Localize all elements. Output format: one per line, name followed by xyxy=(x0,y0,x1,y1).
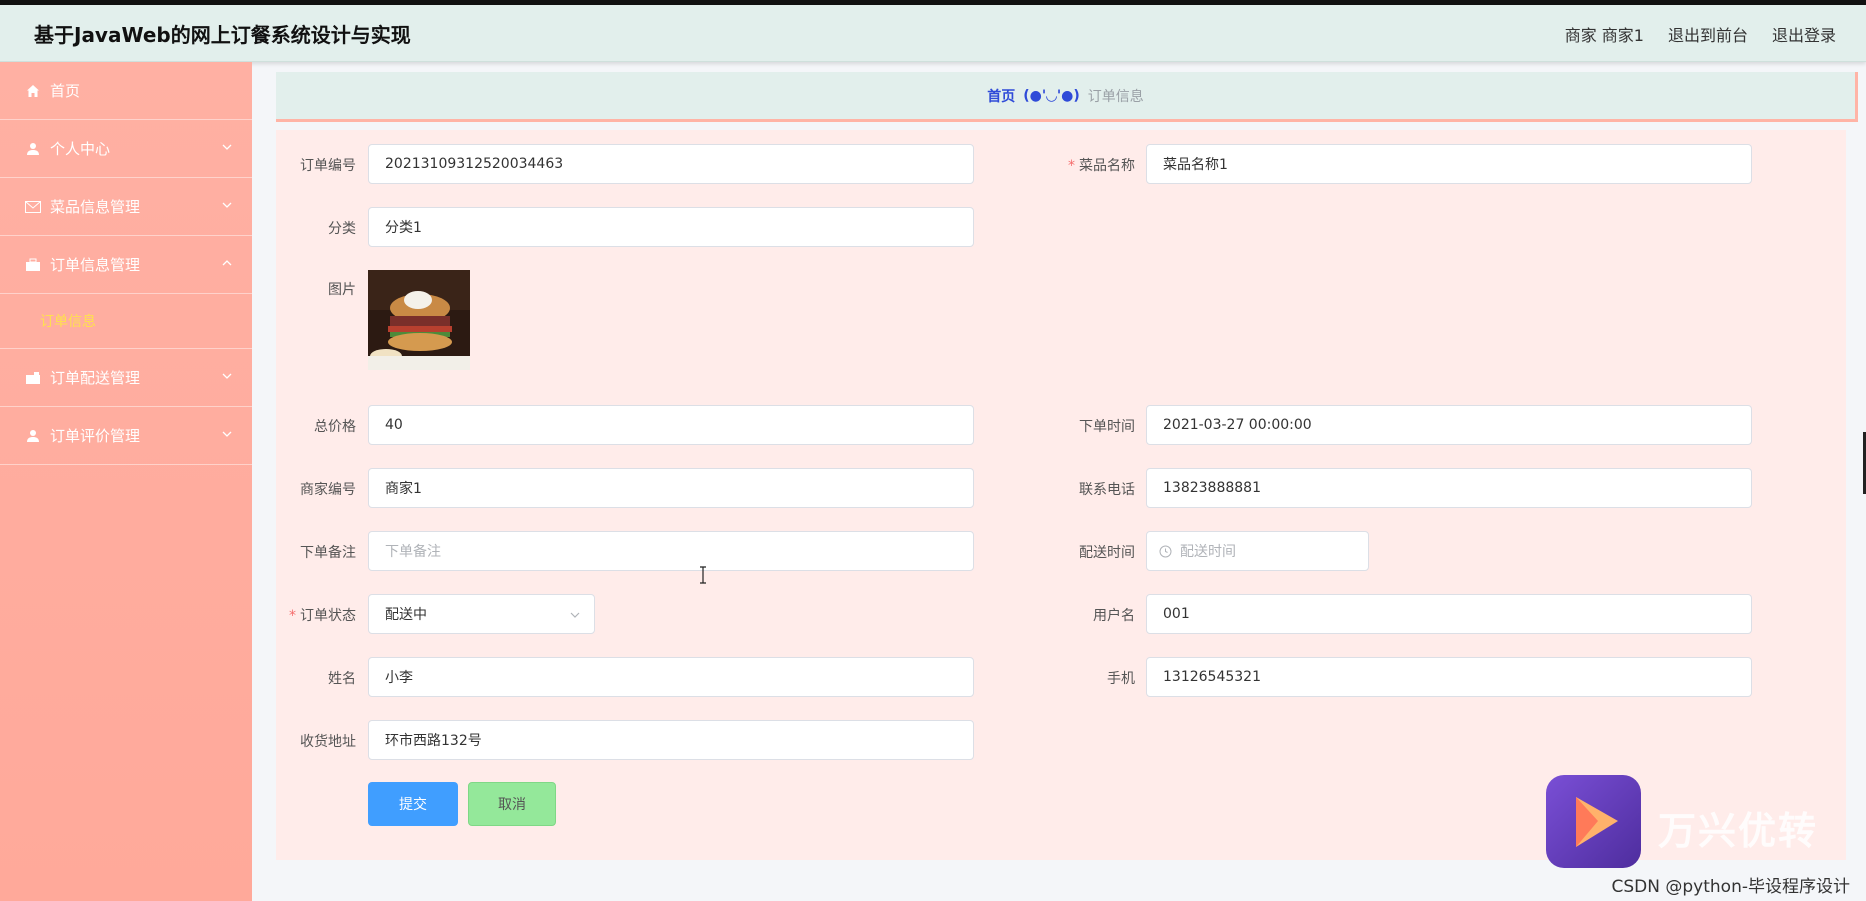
top-header: 基于JavaWeb的网上订餐系统设计与实现 商家 商家1 退出到前台 退出登录 xyxy=(0,5,1866,62)
order-status-label-text: 订单状态 xyxy=(300,608,356,624)
required-mark: * xyxy=(1068,158,1075,174)
category-label: 分类 xyxy=(328,221,356,237)
sidebar-item-home[interactable]: 首页 xyxy=(0,62,252,120)
chevron-up-icon xyxy=(222,260,232,266)
header-actions: 商家 商家1 退出到前台 退出登录 xyxy=(1565,22,1836,46)
phone-input[interactable]: 13823888881 xyxy=(1146,468,1752,508)
name-label: 姓名 xyxy=(328,671,356,687)
order-status-label: * 订单状态 xyxy=(276,605,356,625)
address-input[interactable]: 环市西路132号 xyxy=(368,720,974,760)
delivery-time-placeholder: 配送时间 xyxy=(1180,544,1236,560)
dish-name-input[interactable]: 菜品名称1 xyxy=(1146,144,1752,184)
chevron-down-icon xyxy=(222,144,232,150)
username-input[interactable]: 001 xyxy=(1146,594,1752,634)
sidebar-item-label: 订单评价管理 xyxy=(50,427,141,445)
order-note-label: 下单备注 xyxy=(300,545,356,561)
chevron-down-icon xyxy=(222,431,232,437)
watermark-brand: 万兴优转 xyxy=(1658,809,1819,853)
chevron-down-icon xyxy=(570,612,580,618)
order-no-input[interactable]: 20213109312520034463 xyxy=(368,144,974,184)
wallet-icon xyxy=(24,369,42,387)
mail-icon xyxy=(24,198,42,216)
order-note-input[interactable]: 下单备注 xyxy=(368,531,974,571)
watermark-logo xyxy=(1546,775,1641,868)
image-label: 图片 xyxy=(328,282,356,298)
user-icon xyxy=(24,140,42,158)
merchant-no-label: 商家编号 xyxy=(300,482,356,498)
sidebar-item-dish-management[interactable]: 菜品信息管理 xyxy=(0,178,252,236)
submit-button[interactable]: 提交 xyxy=(368,782,458,826)
breadcrumb-home-link[interactable]: 首页 xyxy=(987,86,1015,106)
dish-image[interactable] xyxy=(368,270,470,370)
text-cursor-icon xyxy=(700,566,706,584)
total-price-input[interactable]: 40 xyxy=(368,405,974,445)
breadcrumb-current: 订单信息 xyxy=(1087,88,1144,105)
dish-name-label-text: 菜品名称 xyxy=(1079,158,1135,174)
user-icon xyxy=(24,427,42,445)
sidebar-item-label: 订单信息管理 xyxy=(50,256,141,274)
sidebar-item-personal-center[interactable]: 个人中心 xyxy=(0,120,252,178)
current-user-label: 商家 商家1 xyxy=(1564,26,1644,45)
chevron-down-icon xyxy=(222,202,232,208)
cancel-button[interactable]: 取消 xyxy=(468,782,556,826)
username-label: 用户名 xyxy=(1093,608,1135,624)
sidebar-item-label: 菜品信息管理 xyxy=(50,198,141,216)
play-icon xyxy=(1576,797,1618,847)
app-title: 基于JavaWeb的网上订餐系统设计与实现 xyxy=(34,23,411,47)
delivery-time-picker[interactable]: 配送时间 xyxy=(1146,531,1369,571)
sidebar-item-label: 订单配送管理 xyxy=(50,369,141,387)
order-no-label: 订单编号 xyxy=(300,158,356,174)
required-mark: * xyxy=(289,608,296,624)
delivery-time-label: 配送时间 xyxy=(1079,545,1135,561)
breadcrumb-separator: (●'◡'●) xyxy=(1023,87,1080,104)
briefcase-icon xyxy=(24,256,42,274)
merchant-no-input[interactable]: 商家1 xyxy=(368,468,974,508)
order-time-label: 下单时间 xyxy=(1079,419,1135,435)
sidebar-item-label: 个人中心 xyxy=(50,140,111,158)
order-time-input[interactable]: 2021-03-27 00:00:00 xyxy=(1146,405,1752,445)
order-status-select[interactable]: 配送中 xyxy=(368,594,595,634)
breadcrumb: 首页 (●'◡'●) 订单信息 xyxy=(276,72,1858,122)
sidebar-item-order-management[interactable]: 订单信息管理 xyxy=(0,236,252,294)
logout-link[interactable]: 退出登录 xyxy=(1772,22,1836,46)
sidebar-item-label: 首页 xyxy=(50,82,81,100)
sidebar-item-delivery-management[interactable]: 订单配送管理 xyxy=(0,349,252,407)
sidebar: 首页 个人中心 菜品信息管理 订单信息管理 订单信息 订单配送管理 订单评价管理 xyxy=(0,62,252,901)
chevron-down-icon xyxy=(222,373,232,379)
clock-icon xyxy=(1159,545,1172,557)
address-label: 收货地址 xyxy=(300,734,356,750)
watermark-csdn: CSDN @python-毕设程序设计 xyxy=(1611,877,1850,897)
dish-name-label: * 菜品名称 xyxy=(1055,155,1135,175)
sidebar-item-review-management[interactable]: 订单评价管理 xyxy=(0,407,252,465)
home-icon xyxy=(24,82,42,100)
total-price-label: 总价格 xyxy=(314,419,356,435)
category-input[interactable]: 分类1 xyxy=(368,207,974,247)
sidebar-subitem-order-info[interactable]: 订单信息 xyxy=(0,294,252,349)
mobile-input[interactable]: 13126545321 xyxy=(1146,657,1752,697)
mobile-label: 手机 xyxy=(1107,671,1135,687)
order-status-value: 配送中 xyxy=(385,607,427,623)
name-input[interactable]: 小李 xyxy=(368,657,974,697)
back-to-front-link[interactable]: 退出到前台 xyxy=(1668,22,1748,46)
phone-label: 联系电话 xyxy=(1079,482,1135,498)
